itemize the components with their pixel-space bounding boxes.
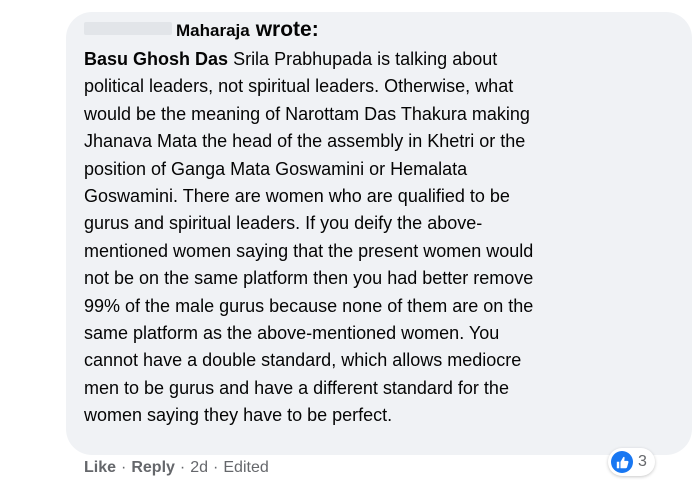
separator: · — [213, 459, 219, 476]
reactions-badge[interactable]: 3 — [608, 448, 655, 476]
comment-actions: Like · Reply · 2d · Edited — [84, 459, 269, 477]
comment-text-line: Goswamini. There are women who are quali… — [84, 186, 510, 207]
redacted-name-block — [84, 22, 172, 35]
comment-text-line: women saying they have to be perfect. — [84, 405, 393, 426]
comment-header: Maharaja wrote: — [84, 18, 319, 46]
comment-text-line: gurus and spiritual leaders. If you deif… — [84, 213, 483, 234]
comment-text-line: political leaders, not spiritual leaders… — [84, 76, 514, 97]
reply-button[interactable]: Reply — [131, 459, 175, 476]
comment-body: Basu Ghosh Das Srila Prabhupada is talki… — [84, 46, 690, 430]
edited-label[interactable]: Edited — [223, 459, 268, 476]
comment-text-line: mentioned women saying that the present … — [84, 240, 534, 261]
comment-text-line: men to be gurus and have a different sta… — [84, 377, 509, 398]
comment-text-line: position of Ganga Mata Goswamini or Hema… — [84, 158, 468, 179]
quoted-name: Maharaja — [176, 21, 250, 40]
comment-text-line: not be on the same platform then you had… — [84, 268, 534, 289]
comment-text-line: same platform as the above-mentioned wom… — [84, 323, 500, 344]
comment-container: Maharaja wrote: Basu Ghosh Das Srila Pra… — [0, 0, 695, 480]
comment-author-link[interactable]: Basu Ghosh Das — [84, 49, 228, 69]
comment-text-line: cannot have a double standard, which all… — [84, 350, 522, 371]
wrote-label: wrote: — [255, 18, 319, 41]
reaction-count: 3 — [638, 453, 647, 470]
comment-text-line: Srila Prabhupada is talking about — [233, 49, 498, 69]
separator: · — [179, 459, 186, 476]
comment-text-line: Jhanava Mata the head of the assembly in… — [84, 131, 526, 152]
separator: · — [121, 459, 127, 476]
timestamp-link[interactable]: 2d — [190, 459, 208, 476]
like-button[interactable]: Like — [84, 459, 116, 476]
comment-text-line: 99% of the male gurus because none of th… — [84, 295, 534, 316]
comment-text-line: would be the meaning of Narottam Das Tha… — [84, 103, 530, 124]
like-icon — [611, 451, 633, 473]
